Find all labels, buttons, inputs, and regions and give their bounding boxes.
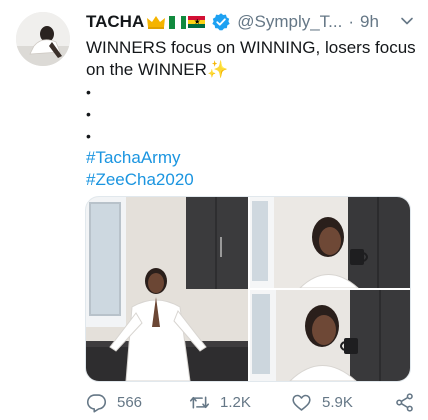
reply-button[interactable]: 566: [86, 392, 142, 413]
share-icon: [396, 392, 413, 412]
action-bar: 566 1.2K 5.9K: [86, 390, 416, 414]
mug-photo-2: [250, 290, 410, 381]
crown-icon: [147, 16, 166, 29]
tweet-text-line-2: on the WINNER✨: [86, 59, 418, 81]
tweet-text-line-1: WINNERS focus on WINNING, losers focus: [86, 38, 416, 57]
avatar-photo: [16, 12, 70, 66]
verified-badge-icon: [212, 13, 230, 31]
media-photo-1[interactable]: [86, 197, 248, 381]
chevron-down-icon[interactable]: [400, 14, 414, 28]
reply-icon: [86, 393, 107, 412]
sparkle-icon: ✨: [206, 60, 229, 79]
tweet-text-line-2-text: on the WINNER: [86, 60, 207, 79]
reply-count: 566: [117, 393, 143, 411]
retweet-icon: [189, 395, 210, 409]
media-grid: [85, 196, 411, 382]
kitchen-photo: [86, 197, 248, 381]
tweet-text: WINNERS focus on WINNING, losers focus o…: [86, 37, 418, 191]
nigeria-flag-icon: [169, 15, 187, 29]
media-photo-2[interactable]: [250, 197, 410, 288]
hashtag-tachaarmy[interactable]: #TachaArmy: [86, 147, 418, 169]
ghana-flag-icon: [188, 15, 206, 29]
tweet-header: TACHA @Symply_T... · 9h: [86, 10, 416, 34]
share-button[interactable]: [394, 392, 425, 413]
media-photo-3[interactable]: [250, 290, 410, 381]
bullet: •: [86, 106, 91, 122]
separator: ·: [348, 12, 355, 31]
like-button[interactable]: 5.9K: [291, 392, 353, 413]
bullet: •: [86, 84, 91, 100]
author-name[interactable]: TACHA: [86, 12, 144, 32]
timestamp[interactable]: 9h: [360, 12, 379, 32]
retweet-button[interactable]: 1.2K: [189, 392, 251, 413]
mug-photo-1: [250, 197, 410, 288]
bullet: •: [86, 128, 91, 144]
heart-icon: [292, 394, 311, 411]
retweet-count: 1.2K: [220, 393, 251, 411]
hashtag-zeecha2020[interactable]: #ZeeCha2020: [86, 169, 418, 191]
like-count: 5.9K: [322, 393, 353, 411]
avatar[interactable]: [16, 12, 70, 66]
author-handle[interactable]: @Symply_T...: [237, 12, 342, 32]
name-emoji: [146, 14, 207, 30]
